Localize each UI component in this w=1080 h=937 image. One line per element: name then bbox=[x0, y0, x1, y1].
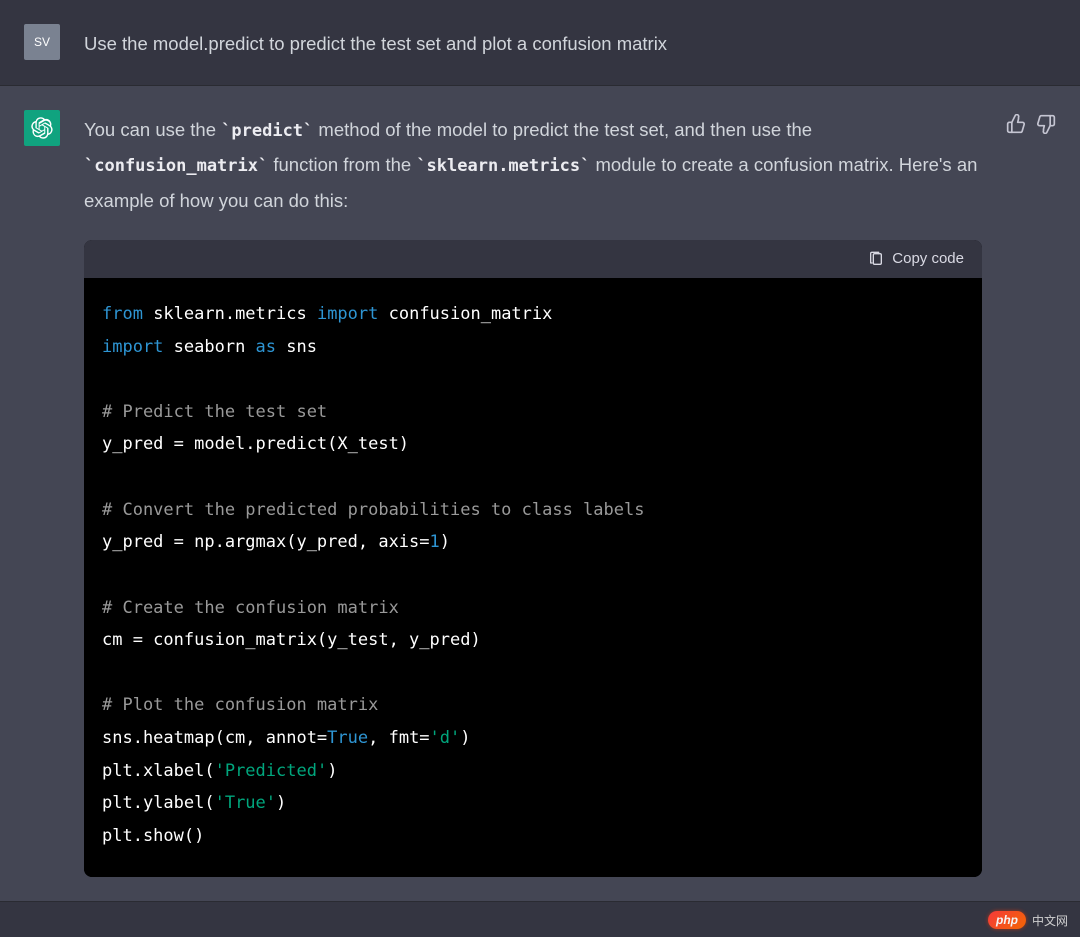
inline-code-confusion-matrix: `confusion_matrix` bbox=[84, 156, 268, 176]
user-message-text: Use the model.predict to predict the tes… bbox=[84, 24, 1056, 61]
copy-code-button[interactable]: Copy code bbox=[868, 250, 964, 268]
user-avatar: SV bbox=[24, 24, 60, 60]
feedback-actions bbox=[1006, 110, 1056, 876]
assistant-text: method of the model to predict the test … bbox=[313, 119, 812, 140]
code-block-header: Copy code bbox=[84, 240, 982, 278]
inline-code-sklearn-metrics: `sklearn.metrics` bbox=[416, 156, 590, 176]
assistant-message-content: You can use the `predict` method of the … bbox=[84, 110, 982, 876]
clipboard-icon bbox=[868, 250, 884, 268]
thumbs-up-button[interactable] bbox=[1006, 114, 1026, 134]
watermark-text: 中文网 bbox=[1032, 912, 1068, 929]
code-block: Copy code from sklearn.metrics import co… bbox=[84, 240, 982, 877]
thumbs-up-icon bbox=[1006, 114, 1026, 134]
openai-logo-icon bbox=[31, 117, 53, 139]
assistant-text: You can use the bbox=[84, 119, 221, 140]
assistant-text: function from the bbox=[268, 154, 416, 175]
watermark-badge: php bbox=[988, 911, 1026, 929]
assistant-message-row: You can use the `predict` method of the … bbox=[0, 86, 1080, 901]
inline-code-predict: `predict` bbox=[221, 121, 313, 141]
code-content[interactable]: from sklearn.metrics import confusion_ma… bbox=[84, 278, 982, 877]
assistant-avatar bbox=[24, 110, 60, 146]
thumbs-down-button[interactable] bbox=[1036, 114, 1056, 134]
user-message-row: SV Use the model.predict to predict the … bbox=[0, 0, 1080, 86]
copy-code-label: Copy code bbox=[892, 250, 964, 267]
watermark: php 中文网 bbox=[988, 911, 1068, 929]
thumbs-down-icon bbox=[1036, 114, 1056, 134]
